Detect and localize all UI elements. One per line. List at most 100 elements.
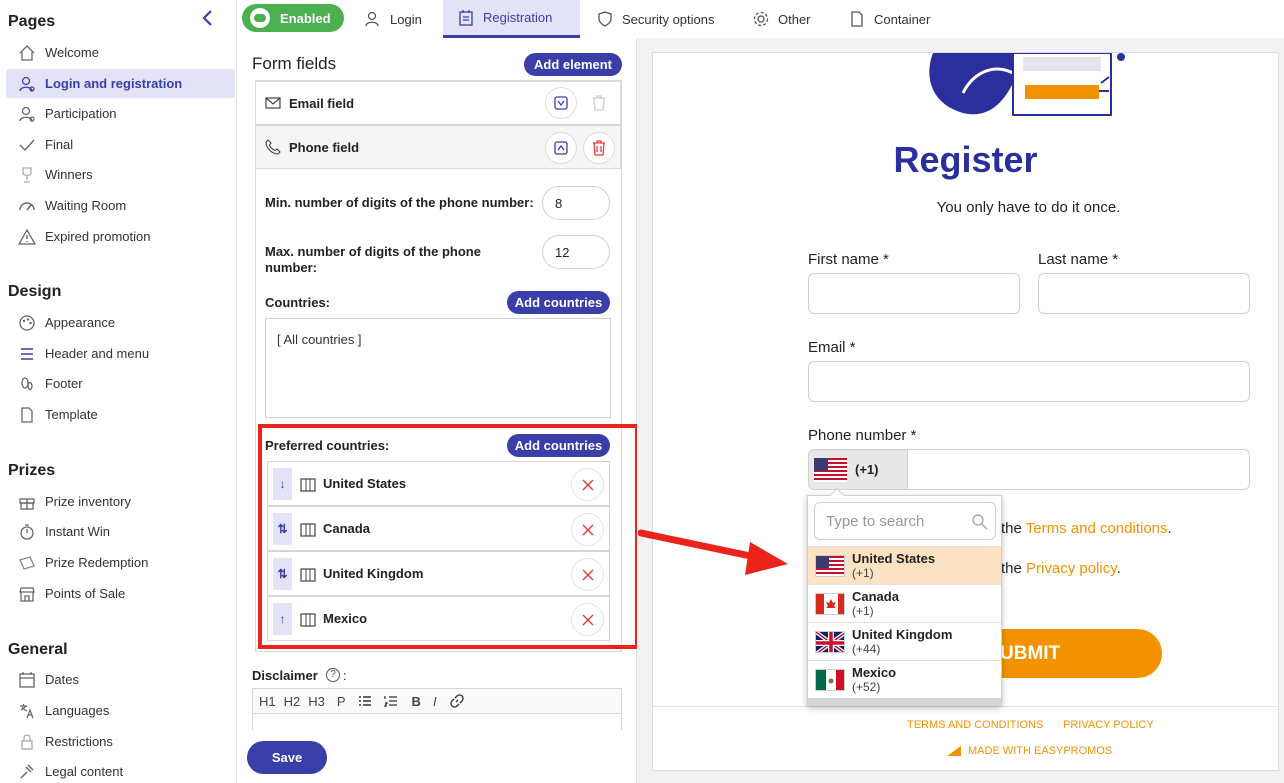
stopwatch-icon — [16, 521, 38, 543]
dropdown-country-name: United Kingdom — [852, 626, 953, 642]
sidebar-item-prize-redemption[interactable]: Prize Redemption — [6, 548, 235, 577]
save-button[interactable]: Save — [247, 741, 327, 774]
sidebar-item-label: Final — [45, 137, 74, 152]
footprint-icon — [16, 373, 38, 395]
gear-icon — [752, 10, 770, 28]
italic-icon[interactable]: I — [433, 694, 437, 709]
sidebar-item-footer[interactable]: Footer — [6, 369, 235, 398]
delete-email-icon[interactable] — [583, 87, 615, 119]
gavel-icon — [16, 761, 38, 783]
bold-icon[interactable]: B — [412, 694, 421, 709]
sidebar-item-label: Waiting Room — [45, 198, 127, 213]
countries-textarea[interactable]: [ All countries ] — [265, 318, 611, 418]
user-key-icon — [364, 10, 382, 28]
calendar-icon — [16, 669, 38, 691]
numbered-list-icon[interactable] — [383, 694, 398, 708]
email-input[interactable] — [808, 361, 1250, 402]
sidebar-item-template[interactable]: Template — [6, 400, 235, 429]
paragraph-button[interactable]: P — [337, 694, 346, 709]
footer-terms-link[interactable]: TERMS AND CONDITIONS — [907, 719, 1043, 731]
document-icon — [848, 10, 866, 28]
terms-prefix: the — [1001, 520, 1022, 537]
delete-phone-icon[interactable] — [583, 132, 615, 164]
dropdown-scrollbar[interactable] — [808, 698, 1001, 705]
phone-input[interactable]: (+1) — [808, 449, 1250, 490]
tab-security-options[interactable]: Security options — [596, 0, 736, 38]
sidebar-item-welcome[interactable]: Welcome — [6, 38, 235, 67]
sidebar-item-points-of-sale[interactable]: Points of Sale — [6, 579, 235, 608]
first-name-input[interactable] — [808, 273, 1020, 314]
phone-code: (+1) — [855, 462, 879, 477]
tab-label: Container — [874, 11, 931, 27]
easypromos-logo-icon — [947, 746, 961, 756]
form-icon — [457, 9, 475, 27]
country-search-input[interactable]: Type to search — [814, 502, 996, 540]
sidebar-item-final[interactable]: Final — [6, 130, 235, 159]
us-flag-icon — [815, 554, 845, 577]
sidebar-item-restrictions[interactable]: Restrictions — [6, 727, 235, 756]
dropdown-country-code: (+1) — [852, 603, 874, 618]
min-digits-input[interactable]: 8 — [542, 186, 610, 220]
sidebar-item-waiting-room[interactable]: Waiting Room — [6, 191, 235, 220]
sidebar-item-login-registration[interactable]: Login and registration — [6, 69, 235, 98]
email-label: Email * — [808, 339, 856, 356]
prizes-section-title: Prizes — [8, 462, 56, 479]
palette-icon — [16, 312, 38, 334]
lock-icon — [16, 731, 38, 753]
document-icon — [16, 404, 38, 426]
add-element-button[interactable]: Add element — [524, 53, 622, 76]
sidebar-item-dates[interactable]: Dates — [6, 665, 235, 694]
terms-link[interactable]: Terms and conditions — [1026, 520, 1168, 537]
sidebar-item-instant-win[interactable]: Instant Win — [6, 517, 235, 546]
made-with-link[interactable]: MADE WITH EASYPROMOS — [947, 745, 1112, 757]
enabled-label: Enabled — [280, 10, 331, 26]
add-countries-button[interactable]: Add countries — [507, 291, 610, 314]
sidebar-item-label: Login and registration — [45, 76, 183, 91]
canada-flag-icon — [815, 592, 845, 615]
tab-registration[interactable]: Registration — [443, 0, 580, 38]
footer-privacy-link[interactable]: PRIVACY POLICY — [1063, 719, 1154, 731]
collapse-phone-button[interactable] — [545, 132, 577, 164]
max-digits-input[interactable]: 12 — [542, 235, 610, 269]
tab-other[interactable]: Other — [752, 0, 832, 38]
shield-icon — [596, 10, 614, 28]
sidebar-item-participation[interactable]: Participation — [6, 99, 235, 128]
h1-button[interactable]: H1 — [259, 694, 276, 709]
privacy-link[interactable]: Privacy policy — [1026, 560, 1117, 577]
h3-button[interactable]: H3 — [308, 694, 325, 709]
sidebar-item-label: Welcome — [45, 45, 99, 60]
uk-flag-icon — [815, 630, 845, 653]
sidebar-item-label: Participation — [45, 106, 117, 121]
last-name-input[interactable] — [1038, 273, 1250, 314]
country-dropdown: Type to search United States (+1) Canada(… — [807, 487, 1002, 706]
sidebar-item-winners[interactable]: Winners — [6, 160, 235, 189]
sidebar-item-label: Languages — [45, 703, 110, 718]
sidebar-item-languages[interactable]: Languages — [6, 696, 235, 725]
enabled-toggle[interactable]: Enabled — [242, 4, 344, 32]
sidebar-item-appearance[interactable]: Appearance — [6, 308, 235, 337]
sidebar-item-label: Dates — [45, 672, 79, 687]
sidebar-item-header-menu[interactable]: Header and menu — [6, 339, 235, 368]
submit-label: UBMIT — [1000, 642, 1061, 664]
collapse-sidebar-icon[interactable] — [200, 8, 216, 28]
help-icon[interactable]: ? — [326, 668, 340, 682]
dropdown-item-united-states[interactable]: United States (+1) — [808, 546, 1001, 584]
link-icon[interactable] — [449, 693, 465, 709]
dropdown-item-united-kingdom[interactable]: United Kingdom (+44) — [808, 622, 1001, 660]
sidebar-item-legal-content[interactable]: Legal content — [6, 757, 235, 783]
sidebar-item-prize-inventory[interactable]: Prize inventory — [6, 487, 235, 516]
expand-email-button[interactable] — [545, 87, 577, 119]
country-code-selector[interactable]: (+1) — [809, 450, 908, 489]
h2-button[interactable]: H2 — [284, 694, 301, 709]
disclaimer-label: Disclaimer — [252, 668, 318, 684]
menu-icon — [16, 343, 38, 365]
sidebar-item-label: Appearance — [45, 315, 116, 330]
user-key-icon — [16, 73, 38, 95]
max-digits-label-line2: number: — [265, 260, 317, 275]
sidebar-item-expired-promotion[interactable]: Expired promotion — [6, 222, 235, 251]
dropdown-item-mexico[interactable]: Mexico (+52) — [808, 660, 1001, 698]
dropdown-item-canada[interactable]: Canada (+1) — [808, 584, 1001, 622]
bullet-list-icon[interactable] — [358, 694, 372, 708]
tab-container[interactable]: Container — [848, 0, 948, 38]
tab-login[interactable]: Login — [364, 0, 438, 38]
